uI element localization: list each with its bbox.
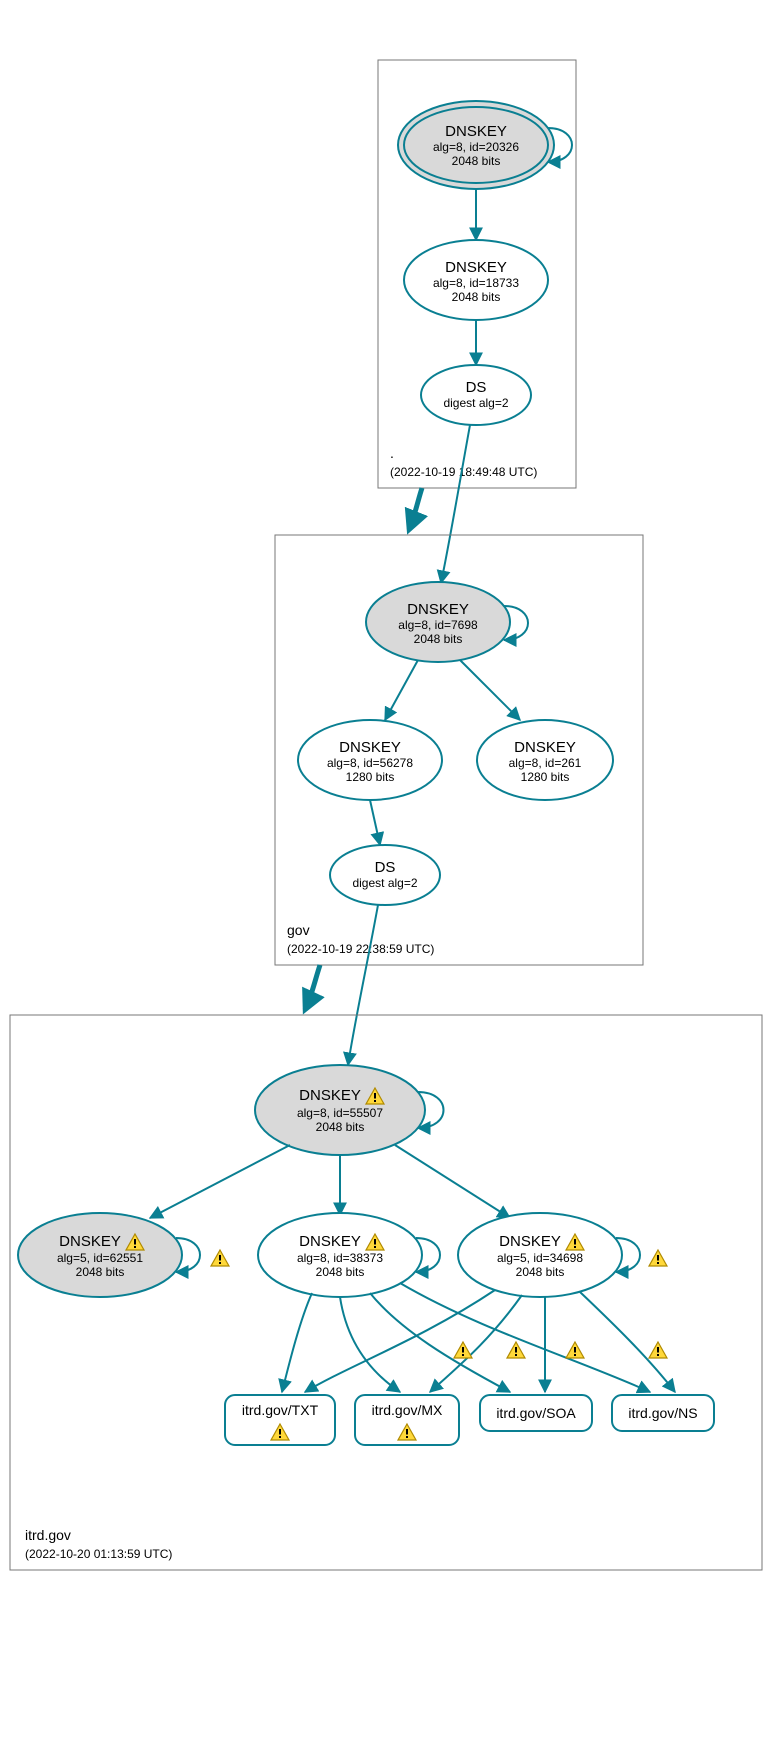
- leaf-txt-label: itrd.gov/TXT: [242, 1402, 319, 1418]
- leaf-mx: itrd.gov/MX: [355, 1395, 459, 1445]
- zone-gov-name: gov: [287, 922, 310, 938]
- edge-k3-ns: [580, 1292, 675, 1392]
- edge-gov-ds-itrd-ksk: [348, 905, 378, 1065]
- node-root-ksk-line2: 2048 bits: [452, 154, 501, 168]
- leaf-txt: itrd.gov/TXT: [225, 1395, 335, 1445]
- warning-icon: [507, 1342, 525, 1358]
- edge-itrd-ksk-k1: [150, 1145, 290, 1218]
- node-itrd-ksk-title: DNSKEY: [299, 1087, 361, 1104]
- node-gov-zsk2-title: DNSKEY: [514, 739, 576, 756]
- node-root-ksk-line1: alg=8, id=20326: [433, 140, 519, 154]
- node-root-zsk-line2: 2048 bits: [452, 290, 501, 304]
- node-itrd-ksk-line1: alg=8, id=55507: [297, 1106, 383, 1120]
- node-itrd-k2-line2: 2048 bits: [316, 1265, 365, 1279]
- node-root-zsk-title: DNSKEY: [445, 259, 507, 276]
- edge-k2-soa: [370, 1293, 510, 1392]
- leaf-soa: itrd.gov/SOA: [480, 1395, 592, 1431]
- edge-gov-ksk-zsk2: [460, 660, 520, 720]
- leaf-mx-label: itrd.gov/MX: [372, 1402, 443, 1418]
- node-gov-zsk2-line2: 1280 bits: [521, 770, 570, 784]
- edge-root-to-gov-deleg: [409, 488, 422, 530]
- edge-k3-txt: [305, 1290, 495, 1392]
- warning-icon: [566, 1342, 584, 1358]
- node-itrd-k2-title: DNSKEY: [299, 1233, 361, 1250]
- leaf-ns-label: itrd.gov/NS: [628, 1405, 697, 1421]
- edge-gov-to-itrd-deleg: [305, 965, 320, 1010]
- node-root-zsk: DNSKEY alg=8, id=18733 2048 bits: [404, 240, 548, 320]
- node-itrd-k1-line1: alg=5, id=62551: [57, 1251, 143, 1265]
- warning-icon: [211, 1250, 229, 1266]
- node-root-ds-line1: digest alg=2: [443, 396, 508, 410]
- node-itrd-k3: DNSKEY alg=5, id=34698 2048 bits: [458, 1213, 622, 1297]
- node-itrd-k3-line2: 2048 bits: [516, 1265, 565, 1279]
- node-root-ksk-title: DNSKEY: [445, 123, 507, 140]
- node-root-ds: DS digest alg=2: [421, 365, 531, 425]
- edge-gov-zsk1-ds: [370, 800, 380, 845]
- node-root-ds-title: DS: [466, 379, 487, 396]
- node-itrd-k2: DNSKEY alg=8, id=38373 2048 bits: [258, 1213, 422, 1297]
- node-itrd-k1-title: DNSKEY: [59, 1233, 121, 1250]
- node-itrd-k1: DNSKEY alg=5, id=62551 2048 bits: [18, 1213, 182, 1297]
- leaf-soa-label: itrd.gov/SOA: [496, 1405, 576, 1421]
- node-gov-zsk1-title: DNSKEY: [339, 739, 401, 756]
- warning-icon: [454, 1342, 472, 1358]
- edge-k3-mx: [430, 1295, 522, 1392]
- node-gov-ksk-line1: alg=8, id=7698: [398, 618, 478, 632]
- node-gov-zsk1: DNSKEY alg=8, id=56278 1280 bits: [298, 720, 442, 800]
- node-itrd-ksk-line2: 2048 bits: [316, 1120, 365, 1134]
- warning-icon: [649, 1342, 667, 1358]
- node-gov-zsk2-line1: alg=8, id=261: [509, 756, 582, 770]
- zone-itrd-timestamp: (2022-10-20 01:13:59 UTC): [25, 1547, 172, 1561]
- edge-k2-txt: [282, 1293, 312, 1392]
- edge-itrd-ksk-k3: [395, 1145, 510, 1218]
- node-gov-zsk1-line1: alg=8, id=56278: [327, 756, 413, 770]
- edge-root-ds-gov-ksk: [441, 425, 470, 583]
- zone-gov-timestamp: (2022-10-19 22:38:59 UTC): [287, 942, 434, 956]
- node-gov-ksk: DNSKEY alg=8, id=7698 2048 bits: [366, 582, 510, 662]
- node-gov-ds: DS digest alg=2: [330, 845, 440, 905]
- warning-icon: [649, 1250, 667, 1266]
- node-gov-ds-title: DS: [375, 859, 396, 876]
- edge-k2-mx: [340, 1297, 400, 1392]
- node-itrd-k3-line1: alg=5, id=34698: [497, 1251, 583, 1265]
- node-gov-zsk1-line2: 1280 bits: [346, 770, 395, 784]
- node-root-zsk-line1: alg=8, id=18733: [433, 276, 519, 290]
- leaf-ns: itrd.gov/NS: [612, 1395, 714, 1431]
- node-itrd-k1-line2: 2048 bits: [76, 1265, 125, 1279]
- node-gov-ksk-title: DNSKEY: [407, 601, 469, 618]
- node-root-ksk: DNSKEY alg=8, id=20326 2048 bits: [398, 101, 554, 189]
- node-gov-zsk2: DNSKEY alg=8, id=261 1280 bits: [477, 720, 613, 800]
- node-gov-ksk-line2: 2048 bits: [414, 632, 463, 646]
- edge-gov-ksk-zsk1: [385, 660, 418, 720]
- node-itrd-ksk: DNSKEY alg=8, id=55507 2048 bits: [255, 1065, 425, 1155]
- zone-root-timestamp: (2022-10-19 18:49:48 UTC): [390, 465, 537, 479]
- node-gov-ds-line1: digest alg=2: [352, 876, 417, 890]
- node-itrd-k2-line1: alg=8, id=38373: [297, 1251, 383, 1265]
- dnssec-diagram: . (2022-10-19 18:49:48 UTC) DNSKEY alg=8…: [0, 0, 773, 1745]
- node-itrd-k3-title: DNSKEY: [499, 1233, 561, 1250]
- zone-root-name: .: [390, 445, 394, 461]
- zone-itrd-name: itrd.gov: [25, 1527, 71, 1543]
- edge-k2-ns: [400, 1283, 650, 1392]
